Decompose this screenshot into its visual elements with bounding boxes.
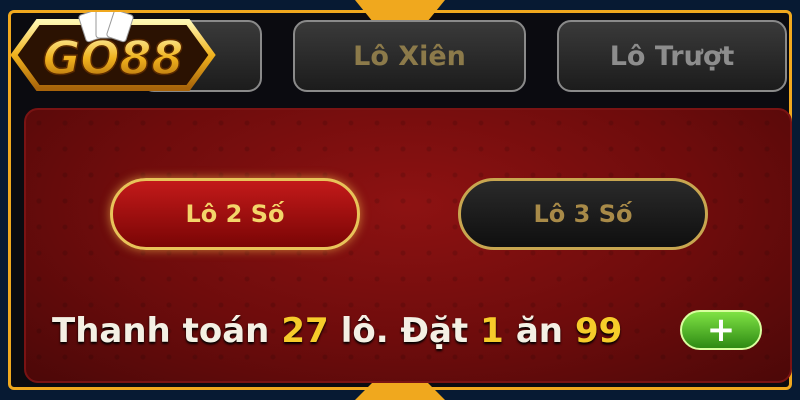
payout-bet: 1 (480, 311, 504, 351)
payout-info: Thanh toán 27 lô. Đặt 1 ăn 99 (52, 306, 622, 356)
tab-lo-xien[interactable]: Lô Xiên (293, 20, 526, 92)
tab-lo-truot[interactable]: Lô Trượt (557, 20, 787, 92)
lo-2-so-button[interactable]: Lô 2 Số (110, 178, 360, 250)
lo-3-so-button[interactable]: Lô 3 Số (458, 178, 708, 250)
svg-text:GO88: GO88 (43, 31, 184, 85)
payout-count: 27 (281, 311, 329, 351)
lo-2-so-label: Lô 2 Số (185, 200, 285, 228)
plus-button[interactable]: + (680, 310, 762, 350)
tab-lo-truot-label: Lô Trượt (609, 40, 735, 72)
go88-logo: GO88 (2, 9, 224, 98)
payout-middle: lô. Đặt (340, 311, 469, 351)
plus-icon: + (706, 310, 736, 350)
payout-win: 99 (574, 311, 623, 351)
payout-prefix: Thanh toán (52, 311, 270, 351)
tab-lo-xien-label: Lô Xiên (353, 40, 466, 72)
payout-an: ăn (515, 311, 563, 351)
lo-3-so-label: Lô 3 Số (533, 200, 633, 228)
